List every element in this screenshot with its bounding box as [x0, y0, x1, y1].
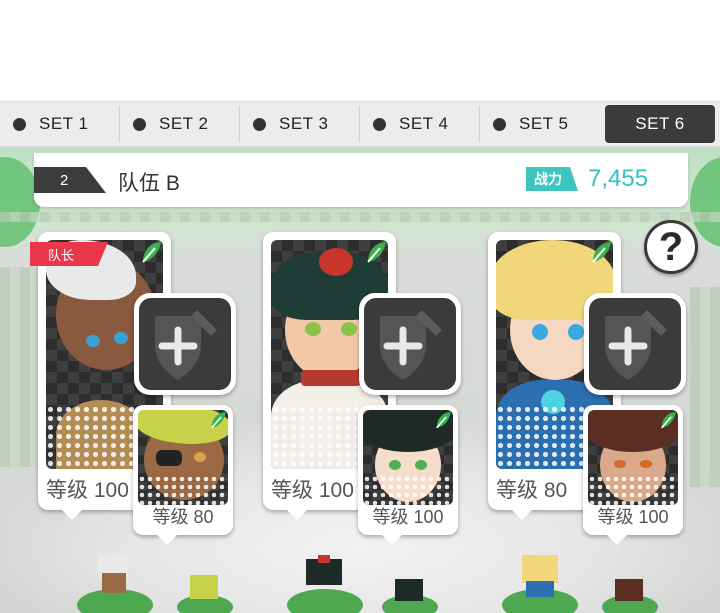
wind-element-icon — [592, 242, 611, 263]
tab-set-3[interactable]: SET 3 — [240, 102, 360, 146]
team-name[interactable]: 队伍 B — [118, 167, 180, 197]
sub-hero-card-2[interactable]: 等级 100 — [358, 405, 458, 545]
add-equipment-button-3[interactable] — [584, 293, 686, 395]
tab-label: SET 5 — [519, 114, 569, 133]
sub-hero-card-1[interactable]: 等级 80 — [133, 405, 233, 545]
wind-element-icon — [661, 412, 676, 429]
wind-element-icon — [142, 242, 161, 263]
dot-icon — [253, 117, 266, 131]
tab-set-2[interactable]: SET 2 — [120, 102, 240, 146]
tab-label: SET 4 — [399, 114, 449, 133]
power-value: 7,455 — [588, 165, 649, 192]
team-header: 2 队伍 B 战力 7,455 — [34, 153, 688, 207]
pixel-sprite-row — [77, 555, 658, 613]
tab-set-5[interactable]: SET 5 — [480, 102, 600, 146]
tab-label: SET 2 — [159, 114, 209, 133]
tab-label: SET 3 — [279, 114, 329, 133]
tab-set-6[interactable]: SET 6 — [605, 105, 715, 143]
power-badge: 战力 — [526, 167, 578, 191]
add-equipment-icon — [380, 310, 442, 380]
add-equipment-button-1[interactable] — [134, 293, 236, 395]
tab-label: SET 1 — [39, 114, 89, 133]
sub-hero-card-3[interactable]: 等级 100 — [583, 405, 683, 545]
hero-level: 等级 100 — [271, 479, 354, 502]
tab-label: SET 6 — [635, 114, 685, 133]
add-equipment-icon — [155, 310, 217, 380]
add-equipment-icon — [605, 310, 667, 380]
team-number: 2 — [34, 167, 106, 193]
hero-level: 等级 80 — [496, 479, 568, 502]
tab-set-4[interactable]: SET 4 — [360, 102, 480, 146]
dot-icon — [493, 117, 506, 131]
dot-icon — [133, 117, 146, 131]
leader-badge: 队长 — [30, 242, 108, 266]
sub-hero-level: 等级 100 — [372, 507, 444, 527]
hero-level: 等级 100 — [46, 479, 129, 502]
sub-hero-level: 等级 100 — [597, 507, 669, 527]
wind-element-icon — [367, 242, 386, 263]
help-button[interactable]: ? — [644, 220, 698, 274]
dot-icon — [13, 117, 26, 131]
wind-element-icon — [436, 412, 451, 429]
sub-hero-level: 等级 80 — [152, 507, 214, 527]
tab-set-1[interactable]: SET 1 — [0, 102, 120, 146]
wind-element-icon — [211, 412, 226, 429]
dot-icon — [373, 117, 386, 131]
add-equipment-button-2[interactable] — [359, 293, 461, 395]
set-tab-bar: SET 1 SET 2 SET 3 SET 4 SET 5 SET 6 — [0, 101, 720, 147]
